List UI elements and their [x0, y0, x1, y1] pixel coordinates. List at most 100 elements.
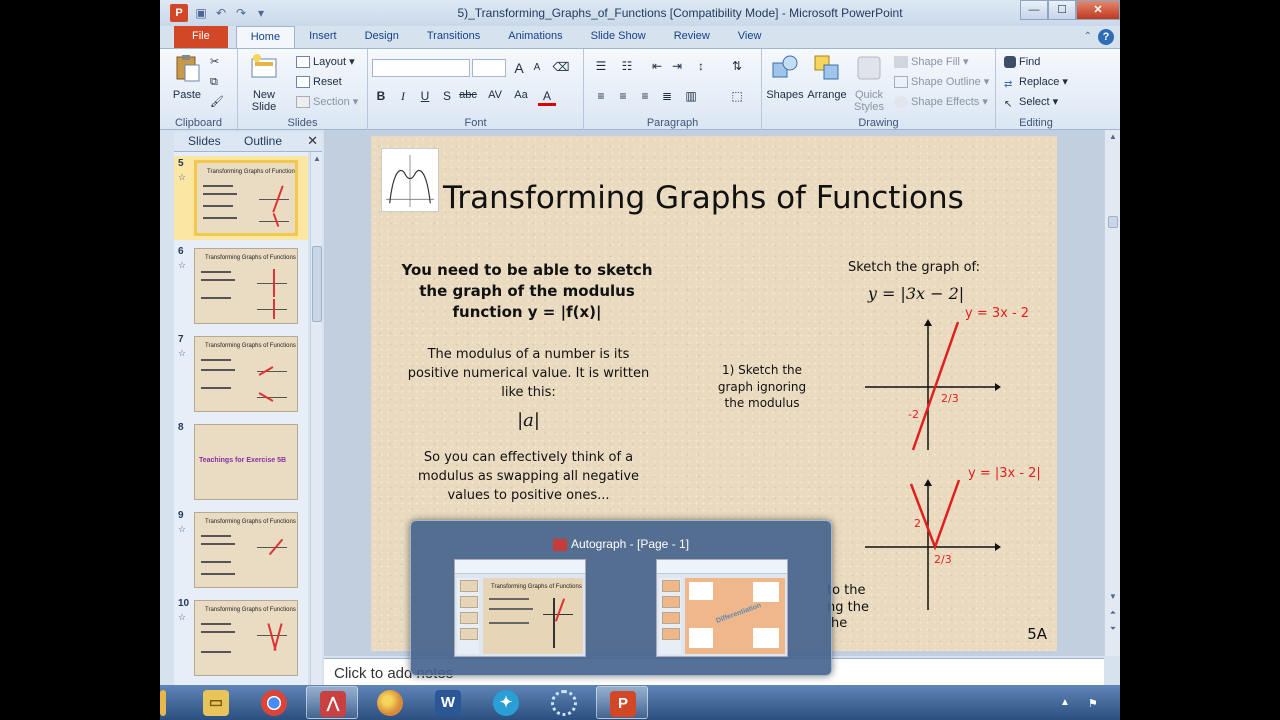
tab-home[interactable]: Home — [235, 26, 296, 48]
taskbar-chrome[interactable] — [248, 686, 300, 719]
line-spacing-icon[interactable]: ↕ — [692, 59, 710, 73]
section-label: Section ▾ — [313, 96, 359, 108]
character-spacing-button[interactable]: AV — [484, 89, 506, 101]
align-left-icon[interactable]: ≡ — [592, 89, 610, 103]
tray-expand-icon[interactable]: ▲ — [1060, 697, 1070, 708]
peek-window-thumbnail-1[interactable]: Transforming Graphs of Functions — [454, 559, 586, 657]
help-icon[interactable]: ? — [1098, 29, 1114, 45]
find-button[interactable]: Find — [1004, 53, 1040, 71]
tab-slides[interactable]: Slides — [188, 134, 221, 148]
arrange-button[interactable]: Arrange — [806, 53, 848, 101]
font-color-button[interactable]: A — [538, 89, 556, 106]
thumbnail-slide-5[interactable]: 5 ☆ Transforming Graphs of Functions — [174, 156, 308, 240]
shape-fill-button[interactable]: Shape Fill ▾ — [894, 53, 969, 71]
tab-transitions[interactable]: Transitions — [413, 26, 494, 48]
close-button[interactable]: ✕ — [1076, 0, 1120, 20]
underline-button[interactable]: U — [416, 89, 434, 103]
shapes-button[interactable]: Shapes — [766, 53, 804, 101]
new-slide-button[interactable]: New Slide — [244, 53, 284, 113]
thumbnail-slide-8[interactable]: 8 Teachings for Exercise 5B — [174, 420, 308, 504]
section-button[interactable]: Section ▾ — [296, 93, 358, 111]
justify-icon[interactable]: ≣ — [658, 89, 676, 103]
smartart-icon[interactable]: ⬚ — [728, 89, 746, 103]
taskbar-explorer[interactable]: ▭ — [190, 686, 242, 719]
minimize-ribbon-icon[interactable]: ⌃ — [1084, 29, 1092, 45]
scroll-up-icon[interactable]: ▲ — [311, 154, 323, 166]
thumbnail-slide-6[interactable]: 6 ☆ Transforming Graphs of Functions — [174, 244, 308, 328]
maximize-button[interactable]: ☐ — [1048, 0, 1076, 20]
strikethrough-button[interactable]: abc — [456, 89, 480, 101]
scroll-thumb[interactable] — [1108, 216, 1118, 228]
taskbar-start[interactable] — [140, 686, 192, 719]
select-button[interactable]: ↖ Select ▾ — [1004, 93, 1058, 111]
peek-thumb2-title: Differentiation — [715, 602, 763, 625]
thumbnail-slide-10[interactable]: 10 ☆ Transforming Graphs of Functions — [174, 596, 308, 680]
font-name-input[interactable] — [372, 59, 470, 77]
editing-label: Editing — [1019, 117, 1053, 129]
replace-button[interactable]: ⇄ Replace ▾ — [1004, 73, 1068, 91]
taskbar-powerpoint[interactable]: P — [596, 686, 648, 719]
reset-button[interactable]: Reset — [296, 73, 342, 91]
taskbar-twitter[interactable]: ✦ — [480, 686, 532, 719]
font-size-input[interactable] — [472, 59, 506, 77]
thumbnails-scrollbar[interactable]: ▲ — [310, 152, 322, 685]
arrange-label: Arrange — [807, 89, 847, 101]
clear-formatting-icon[interactable]: ⌫ — [552, 60, 570, 74]
taskbar-network-app[interactable] — [538, 686, 590, 719]
next-slide-icon[interactable]: ⏷ — [1107, 624, 1119, 636]
bold-button[interactable]: B — [372, 89, 390, 103]
numbering-icon[interactable]: ☷ — [618, 59, 636, 73]
shape-outline-button[interactable]: Shape Outline ▾ — [894, 73, 989, 91]
shadow-button[interactable]: S — [438, 89, 456, 103]
tab-slide-show[interactable]: Slide Show — [577, 26, 660, 48]
shape-effects-button[interactable]: Shape Effects ▾ — [894, 93, 988, 111]
align-center-icon[interactable]: ≡ — [614, 89, 632, 103]
slide-title[interactable]: Transforming Graphs of Functions — [443, 180, 964, 216]
tab-review[interactable]: Review — [660, 26, 724, 48]
grow-font-button[interactable]: A — [510, 60, 528, 76]
text-direction-icon[interactable]: ⇅ — [728, 59, 746, 73]
italic-button[interactable]: I — [394, 89, 412, 104]
tab-animations[interactable]: Animations — [494, 26, 576, 48]
tab-outline[interactable]: Outline — [244, 134, 282, 148]
align-right-icon[interactable]: ≡ — [636, 89, 654, 103]
previous-slide-icon[interactable]: ⏶ — [1107, 608, 1119, 620]
shrink-font-button[interactable]: A — [528, 62, 546, 73]
thumbnail-slide-9[interactable]: 9 ☆ Transforming Graphs of Functions — [174, 508, 308, 592]
thumbnail-title: Transforming Graphs of Functions — [205, 343, 296, 349]
scroll-up-icon[interactable]: ▲ — [1107, 132, 1119, 144]
tab-view[interactable]: View — [724, 26, 776, 48]
copy-icon[interactable]: ⧉ — [210, 73, 218, 91]
minimize-button[interactable]: — — [1020, 0, 1048, 20]
cut-icon[interactable]: ✂ — [210, 53, 219, 71]
bullets-icon[interactable]: ☰ — [592, 59, 610, 73]
thumbnail-number: 6 — [178, 246, 184, 257]
taskbar-autograph[interactable]: ⋀ — [306, 686, 358, 719]
close-pane-icon[interactable]: ✕ — [307, 133, 318, 149]
thumbnail-preview: Teachings for Exercise 5B — [194, 424, 298, 500]
tab-file[interactable]: File — [174, 26, 228, 48]
format-painter-icon[interactable]: 🖌 — [210, 93, 224, 111]
decrease-indent-icon[interactable]: ⇤ — [648, 59, 666, 73]
thumbnail-title: Teachings for Exercise 5B — [199, 457, 287, 464]
change-case-button[interactable]: Aa — [510, 89, 532, 101]
animation-star-icon: ☆ — [178, 172, 187, 182]
window-title: 5)_Transforming_Graphs_of_Functions [Com… — [457, 6, 903, 20]
tab-design[interactable]: Design — [351, 26, 413, 48]
peek-window-thumbnail-2[interactable]: Differentiation — [656, 559, 788, 657]
window-controls: — ☐ ✕ — [1020, 0, 1120, 20]
tray-flag-icon[interactable]: ⚑ — [1088, 697, 1098, 710]
slide-scrollbar[interactable]: ▲ ▼ ⏶ ⏷ — [1104, 130, 1120, 656]
columns-icon[interactable]: ▥ — [682, 89, 700, 103]
quick-styles-button[interactable]: Quick Styles — [850, 53, 888, 113]
layout-button[interactable]: Layout ▾ — [296, 53, 355, 71]
scroll-thumb[interactable] — [312, 246, 322, 322]
increase-indent-icon[interactable]: ⇥ — [668, 59, 686, 73]
tab-insert[interactable]: Insert — [295, 26, 351, 48]
paste-button[interactable]: Paste — [168, 53, 206, 101]
thumbnail-slide-7[interactable]: 7 ☆ Transforming Graphs of Functions — [174, 332, 308, 416]
taskbar-word[interactable]: W — [422, 686, 474, 719]
taskbar-paint[interactable] — [364, 686, 416, 719]
y-axis-arrow — [924, 319, 932, 326]
scroll-down-icon[interactable]: ▼ — [1107, 592, 1119, 604]
